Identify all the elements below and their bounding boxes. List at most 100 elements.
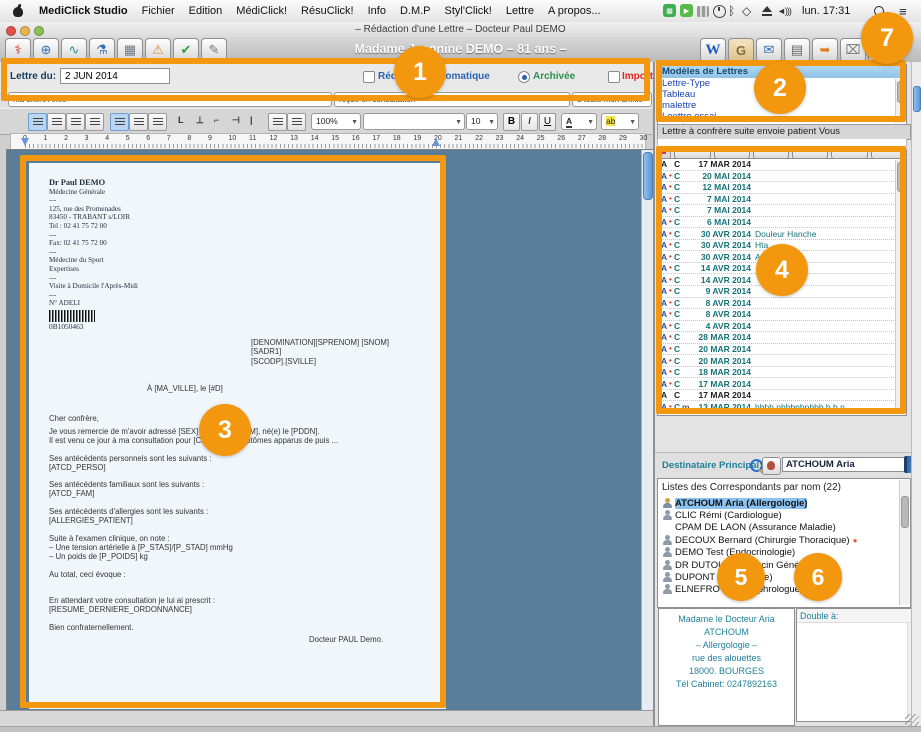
correspondent-row[interactable]: ELNEFRO Test (Néphrologue) [658, 584, 910, 596]
correspondent-row[interactable]: DUPONT (Généraliste) [658, 571, 910, 583]
editor-scrollbar[interactable] [641, 150, 653, 711]
date-row[interactable]: A C 17 MAR 2014 [658, 390, 906, 402]
letterhead-block: Dr Paul DEMOMédecine Générale---125, rue… [49, 179, 138, 332]
salutation-dropdown[interactable]: ma chère Amie▼ [8, 92, 332, 107]
correspondent-row[interactable]: CLIC Rémi (Cardiologue) [658, 509, 910, 521]
letterhead-line: N° ADELI [49, 299, 138, 308]
dates-scrollbar[interactable] [895, 160, 905, 413]
contact-photo-button[interactable] [762, 457, 781, 475]
date-row[interactable]: A • C 8 AVR 2014 [658, 309, 906, 321]
letter-date-input[interactable] [60, 68, 170, 84]
correspondent-row[interactable]: CPAM DE LAON (Assurance Maladie) [658, 522, 910, 534]
person-avatar-icon [662, 498, 673, 509]
menu-item[interactable]: MédiClick! [236, 5, 287, 17]
tab-stop-decimal-icon[interactable]: ⊣ [232, 115, 240, 126]
dates-scrollbar-thumb[interactable] [897, 162, 905, 192]
menu-item[interactable]: A propos... [548, 5, 601, 17]
correspondent-row[interactable]: DECOUX Bernard (Chirurgie Thoracique) ● [658, 534, 910, 546]
tab-stop-bar-icon[interactable]: | [250, 115, 253, 125]
correspondent-row[interactable]: DR DUTOUR (Médecin Généraliste) [658, 559, 910, 571]
archivee-radio[interactable] [518, 71, 530, 83]
shape-status-icon[interactable]: ◇ [742, 4, 751, 18]
date-row[interactable]: A • C 20 MAR 2014 [658, 344, 906, 356]
date-row[interactable]: A • C 10 MAR 2014 Hyperthyroidie [658, 413, 906, 416]
date-row[interactable]: A • C 28 MAR 2014 [658, 332, 906, 344]
auto-redaction-checkbox[interactable] [363, 71, 375, 83]
list-button[interactable] [268, 113, 287, 131]
date-row[interactable]: A • C 4 AVR 2014 [658, 321, 906, 333]
date-row[interactable]: A • C 18 MAR 2014 [658, 367, 906, 379]
window-scrollbar[interactable] [911, 62, 921, 726]
highlight-select[interactable]: ab▼ [601, 113, 639, 130]
line-spacing-button[interactable] [110, 113, 129, 131]
date-row[interactable]: A • C 8 AVR 2014 [658, 298, 906, 310]
app-badge-icon[interactable]: ▦ [663, 4, 676, 17]
font-size-select[interactable]: 10▼ [466, 113, 498, 130]
menu-item[interactable]: MediClick Studio [39, 5, 128, 17]
align-right-button[interactable] [66, 113, 85, 131]
correspondents-scrollbar-thumb[interactable] [901, 496, 909, 528]
left-margin-marker[interactable] [21, 138, 29, 146]
editor-scrollbar-thumb[interactable] [643, 152, 653, 200]
flag-c: C [674, 321, 682, 331]
tab-stop-center-icon[interactable]: ⊥ [196, 115, 204, 126]
window-scrollbar-thumb[interactable] [913, 86, 921, 112]
menu-item[interactable]: Styl'Click! [445, 5, 492, 17]
numbered-list-button[interactable] [287, 113, 306, 131]
font-color-select[interactable]: A▼ [561, 113, 597, 130]
align-center-button[interactable] [47, 113, 66, 131]
menu-item[interactable]: RésuClick! [301, 5, 354, 17]
correspondent-row[interactable]: DEMO Test (Endocrinologie) [658, 547, 910, 559]
date-row[interactable]: A • C 20 MAI 2014 [658, 171, 906, 183]
zoom-select[interactable]: 100%▼ [311, 113, 361, 130]
menu-item[interactable]: Lettre [506, 5, 534, 17]
play-status-icon[interactable]: ▶ [680, 4, 693, 17]
menu-clock[interactable]: lun. 17:31 [802, 4, 850, 18]
models-scrollbar-thumb[interactable] [897, 81, 905, 103]
flag-a: A [661, 182, 669, 192]
double-a-box[interactable]: Double à: [796, 608, 917, 722]
models-scrollbar[interactable] [895, 79, 905, 123]
font-select[interactable]: ▼ [363, 113, 465, 130]
letter-signature: Docteur PAUL Demo. [309, 635, 383, 644]
bluetooth-icon[interactable]: ᛒ [728, 4, 735, 18]
selected-model-row[interactable]: Lettre à confrère suite envoie patient V… [657, 124, 911, 140]
date-row[interactable]: A • C 7 MAI 2014 [658, 205, 906, 217]
date-row[interactable]: A • C 7 MAI 2014 [658, 194, 906, 206]
date-row[interactable]: A • C 17 MAR 2014 [658, 378, 906, 390]
recipient-address-card[interactable]: Madame le Docteur AriaATCHOUM– Allergolo… [658, 608, 795, 726]
destinataire-input[interactable] [782, 457, 908, 472]
spacing-double-button[interactable] [148, 113, 167, 131]
bold-button[interactable]: B [503, 113, 520, 131]
correspondents-scrollbar[interactable] [899, 480, 909, 605]
apple-menu-icon[interactable] [12, 5, 24, 17]
italic-button[interactable]: I [521, 113, 538, 131]
spacing-single-button[interactable] [129, 113, 148, 131]
motif-dropdown[interactable]: reçue en consultation▼ [334, 92, 570, 107]
date-row[interactable]: A • C m 13 MAR 2014 hbhb,nbbbnbnbbb,b,b,… [658, 401, 906, 413]
tab-stop-left-icon[interactable]: L [178, 115, 184, 125]
right-margin-marker[interactable] [432, 138, 440, 146]
columns-status-icon[interactable] [697, 4, 709, 18]
closing-dropdown[interactable]: à toute mon amitié▼ [572, 92, 652, 107]
date-row[interactable]: A • C 20 MAR 2014 [658, 355, 906, 367]
date-row[interactable]: A • C 12 MAI 2014 [658, 182, 906, 194]
menu-item[interactable]: D.M.P [400, 5, 431, 17]
menu-item[interactable]: Fichier [142, 5, 175, 17]
underline-button[interactable]: U [539, 113, 556, 131]
person-avatar-icon [662, 522, 673, 533]
tab-stop-right-icon[interactable]: ⌐ [214, 115, 219, 125]
clock-status-icon[interactable] [713, 4, 726, 18]
important-checkbox[interactable] [608, 71, 620, 83]
correspondent-row[interactable]: ATCHOUM Aria (Allergologie) [658, 497, 910, 509]
date-row[interactable]: A • C 6 MAI 2014 [658, 217, 906, 229]
align-justify-button[interactable] [85, 113, 104, 131]
date-row[interactable]: A • C 30 AVR 2014 Douleur Hanche [658, 228, 906, 240]
align-left-button[interactable] [28, 113, 47, 131]
correspondents-list[interactable]: Listes des Correspondants par nom (22) A… [657, 478, 911, 608]
volume-icon[interactable]: ◄))) [777, 4, 791, 18]
menu-item[interactable]: Edition [189, 5, 223, 17]
date-row[interactable]: A C 17 MAR 2014 [658, 159, 906, 171]
eject-icon[interactable] [762, 4, 772, 18]
menu-item[interactable]: Info [368, 5, 386, 17]
